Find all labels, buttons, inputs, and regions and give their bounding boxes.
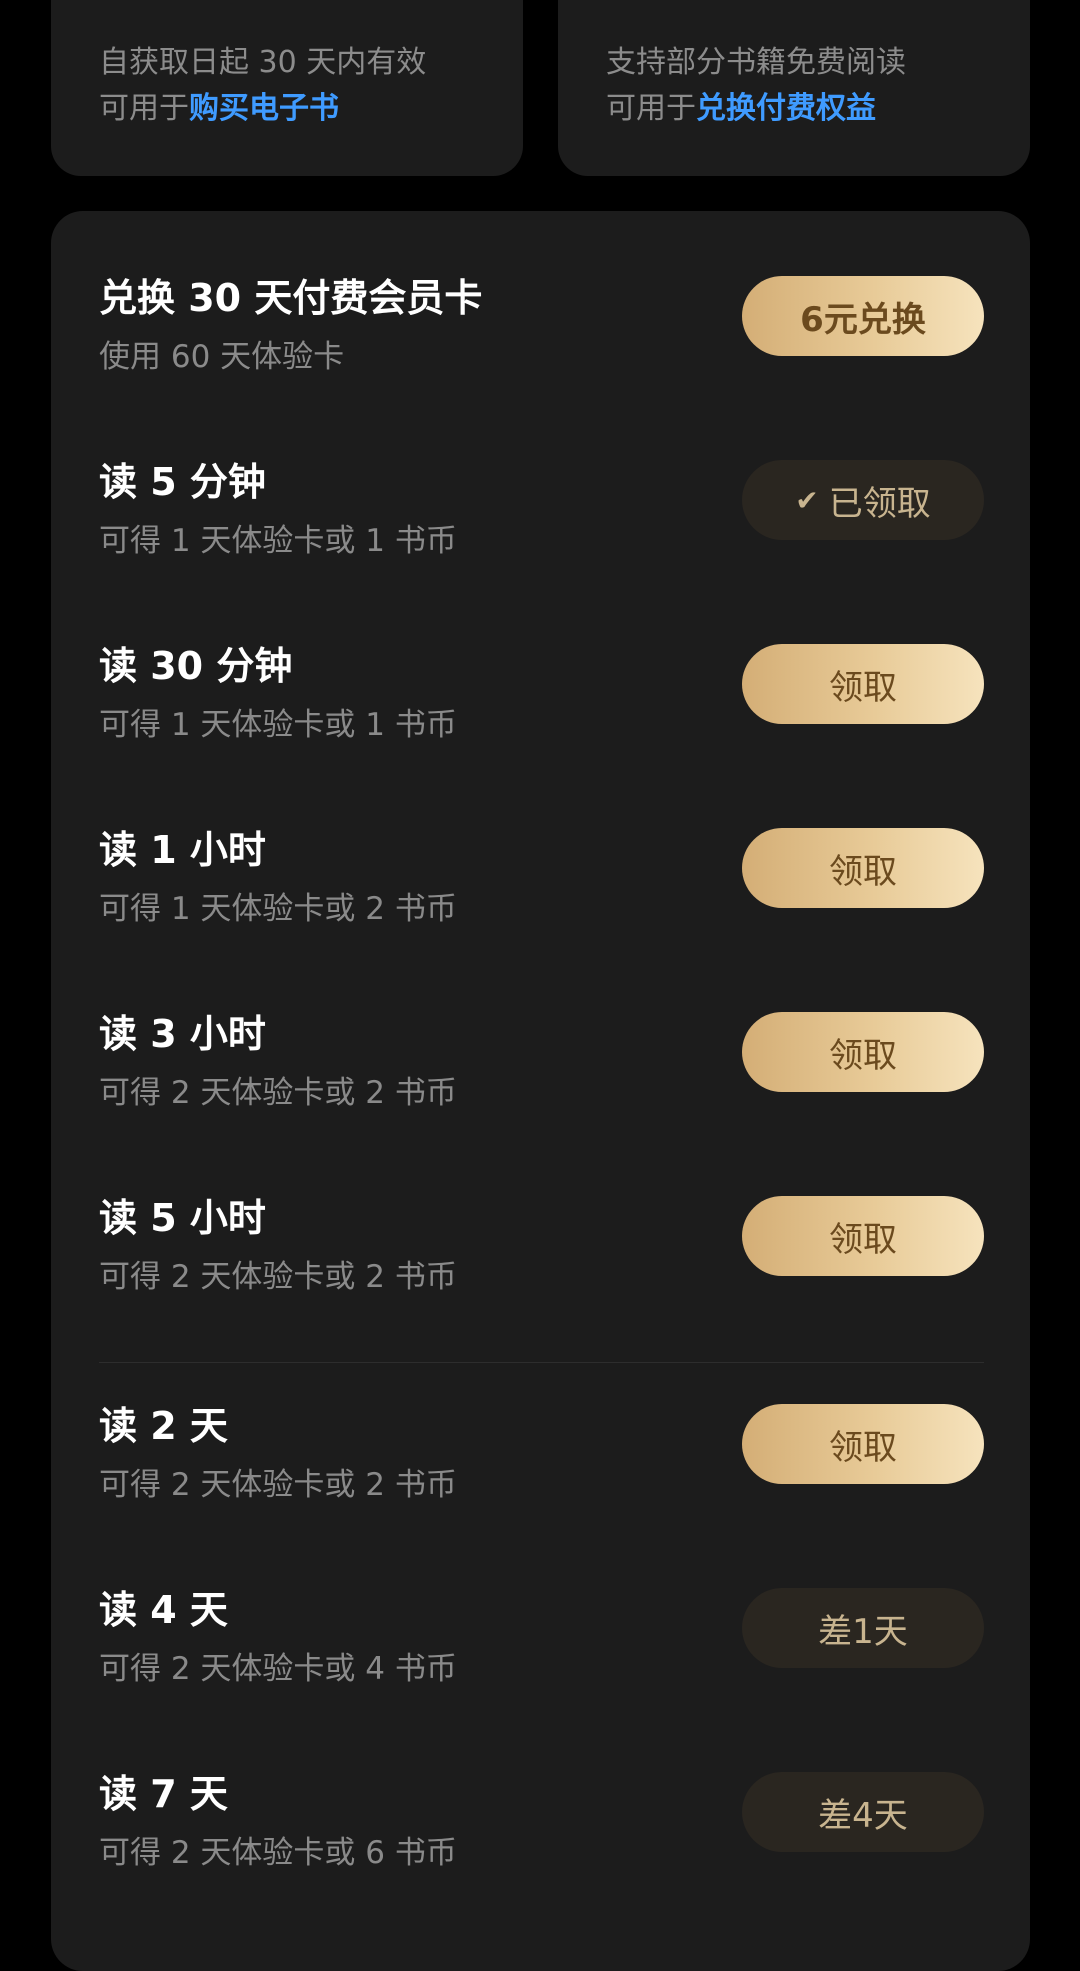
claim-button[interactable]: 领取 (742, 644, 984, 724)
task-subtitle: 可得 1 天体验卡或 1 书币 (99, 523, 457, 559)
book-coin-description: 支持部分书籍免费阅读 (606, 45, 906, 80)
task-title: 读 3 小时 (99, 1012, 266, 1056)
task-row-read-4-days: 读 4 天 可得 2 天体验卡或 4 书币 差1天 (51, 1585, 1030, 1725)
task-title: 读 1 小时 (99, 828, 266, 872)
section-divider (99, 1362, 984, 1363)
task-row-redeem-membership: 兑换 30 天付费会员卡 使用 60 天体验卡 6元兑换 (51, 273, 1030, 413)
task-row-read-1-hour: 读 1 小时 可得 1 天体验卡或 2 书币 领取 (51, 825, 1030, 965)
ebook-coupon-usage: 可用于购买电子书 (99, 86, 523, 132)
task-title: 读 4 天 (99, 1588, 228, 1632)
claimed-button: ✔ 已领取 (742, 460, 984, 540)
task-title: 读 5 小时 (99, 1196, 266, 1240)
redeem-benefits-link[interactable]: 兑换付费权益 (696, 91, 876, 126)
task-title: 读 2 天 (99, 1404, 228, 1448)
task-subtitle: 可得 1 天体验卡或 1 书币 (99, 707, 457, 743)
task-title: 读 30 分钟 (99, 644, 293, 688)
ebook-coupon-card: 自获取日起 30 天内有效 可用于购买电子书 (51, 0, 523, 176)
task-subtitle: 可得 1 天体验卡或 2 书币 (99, 891, 457, 927)
task-title: 读 5 分钟 (99, 460, 266, 504)
claim-button[interactable]: 领取 (742, 1012, 984, 1092)
checkmark-icon: ✔ (795, 483, 819, 517)
claimed-label: 已领取 (828, 483, 931, 524)
task-subtitle: 可得 2 天体验卡或 6 书币 (99, 1835, 457, 1871)
ebook-coupon-validity: 自获取日起 30 天内有效 (99, 45, 427, 80)
task-subtitle: 使用 60 天体验卡 (99, 339, 345, 375)
task-row-read-5-hours: 读 5 小时 可得 2 天体验卡或 2 书币 领取 (51, 1193, 1030, 1333)
buy-ebook-link[interactable]: 购买电子书 (189, 91, 339, 126)
days-remaining-badge: 差4天 (742, 1772, 984, 1852)
task-row-read-3-hours: 读 3 小时 可得 2 天体验卡或 2 书币 领取 (51, 1009, 1030, 1149)
days-remaining-badge: 差1天 (742, 1588, 984, 1668)
redeem-6-yuan-button[interactable]: 6元兑换 (742, 276, 984, 356)
book-coin-usage: 可用于兑换付费权益 (606, 86, 1030, 132)
task-row-read-2-days: 读 2 天 可得 2 天体验卡或 2 书币 领取 (51, 1401, 1030, 1541)
task-title: 读 7 天 (99, 1772, 228, 1816)
reading-tasks-card: 兑换 30 天付费会员卡 使用 60 天体验卡 6元兑换 读 5 分钟 可得 1… (51, 211, 1030, 1971)
claim-button[interactable]: 领取 (742, 828, 984, 908)
task-row-read-5-min: 读 5 分钟 可得 1 天体验卡或 1 书币 ✔ 已领取 (51, 457, 1030, 597)
task-subtitle: 可得 2 天体验卡或 2 书币 (99, 1259, 457, 1295)
ebook-coupon-usage-prefix: 可用于 (99, 91, 189, 126)
task-subtitle: 可得 2 天体验卡或 2 书币 (99, 1075, 457, 1111)
task-subtitle: 可得 2 天体验卡或 2 书币 (99, 1467, 457, 1503)
claim-button[interactable]: 领取 (742, 1404, 984, 1484)
book-coin-usage-prefix: 可用于 (606, 91, 696, 126)
task-row-read-7-days: 读 7 天 可得 2 天体验卡或 6 书币 差4天 (51, 1769, 1030, 1909)
book-coin-card: 支持部分书籍免费阅读 可用于兑换付费权益 (558, 0, 1030, 176)
task-title: 兑换 30 天付费会员卡 (99, 276, 483, 320)
claim-button[interactable]: 领取 (742, 1196, 984, 1276)
task-subtitle: 可得 2 天体验卡或 4 书币 (99, 1651, 457, 1687)
task-row-read-30-min: 读 30 分钟 可得 1 天体验卡或 1 书币 领取 (51, 641, 1030, 781)
